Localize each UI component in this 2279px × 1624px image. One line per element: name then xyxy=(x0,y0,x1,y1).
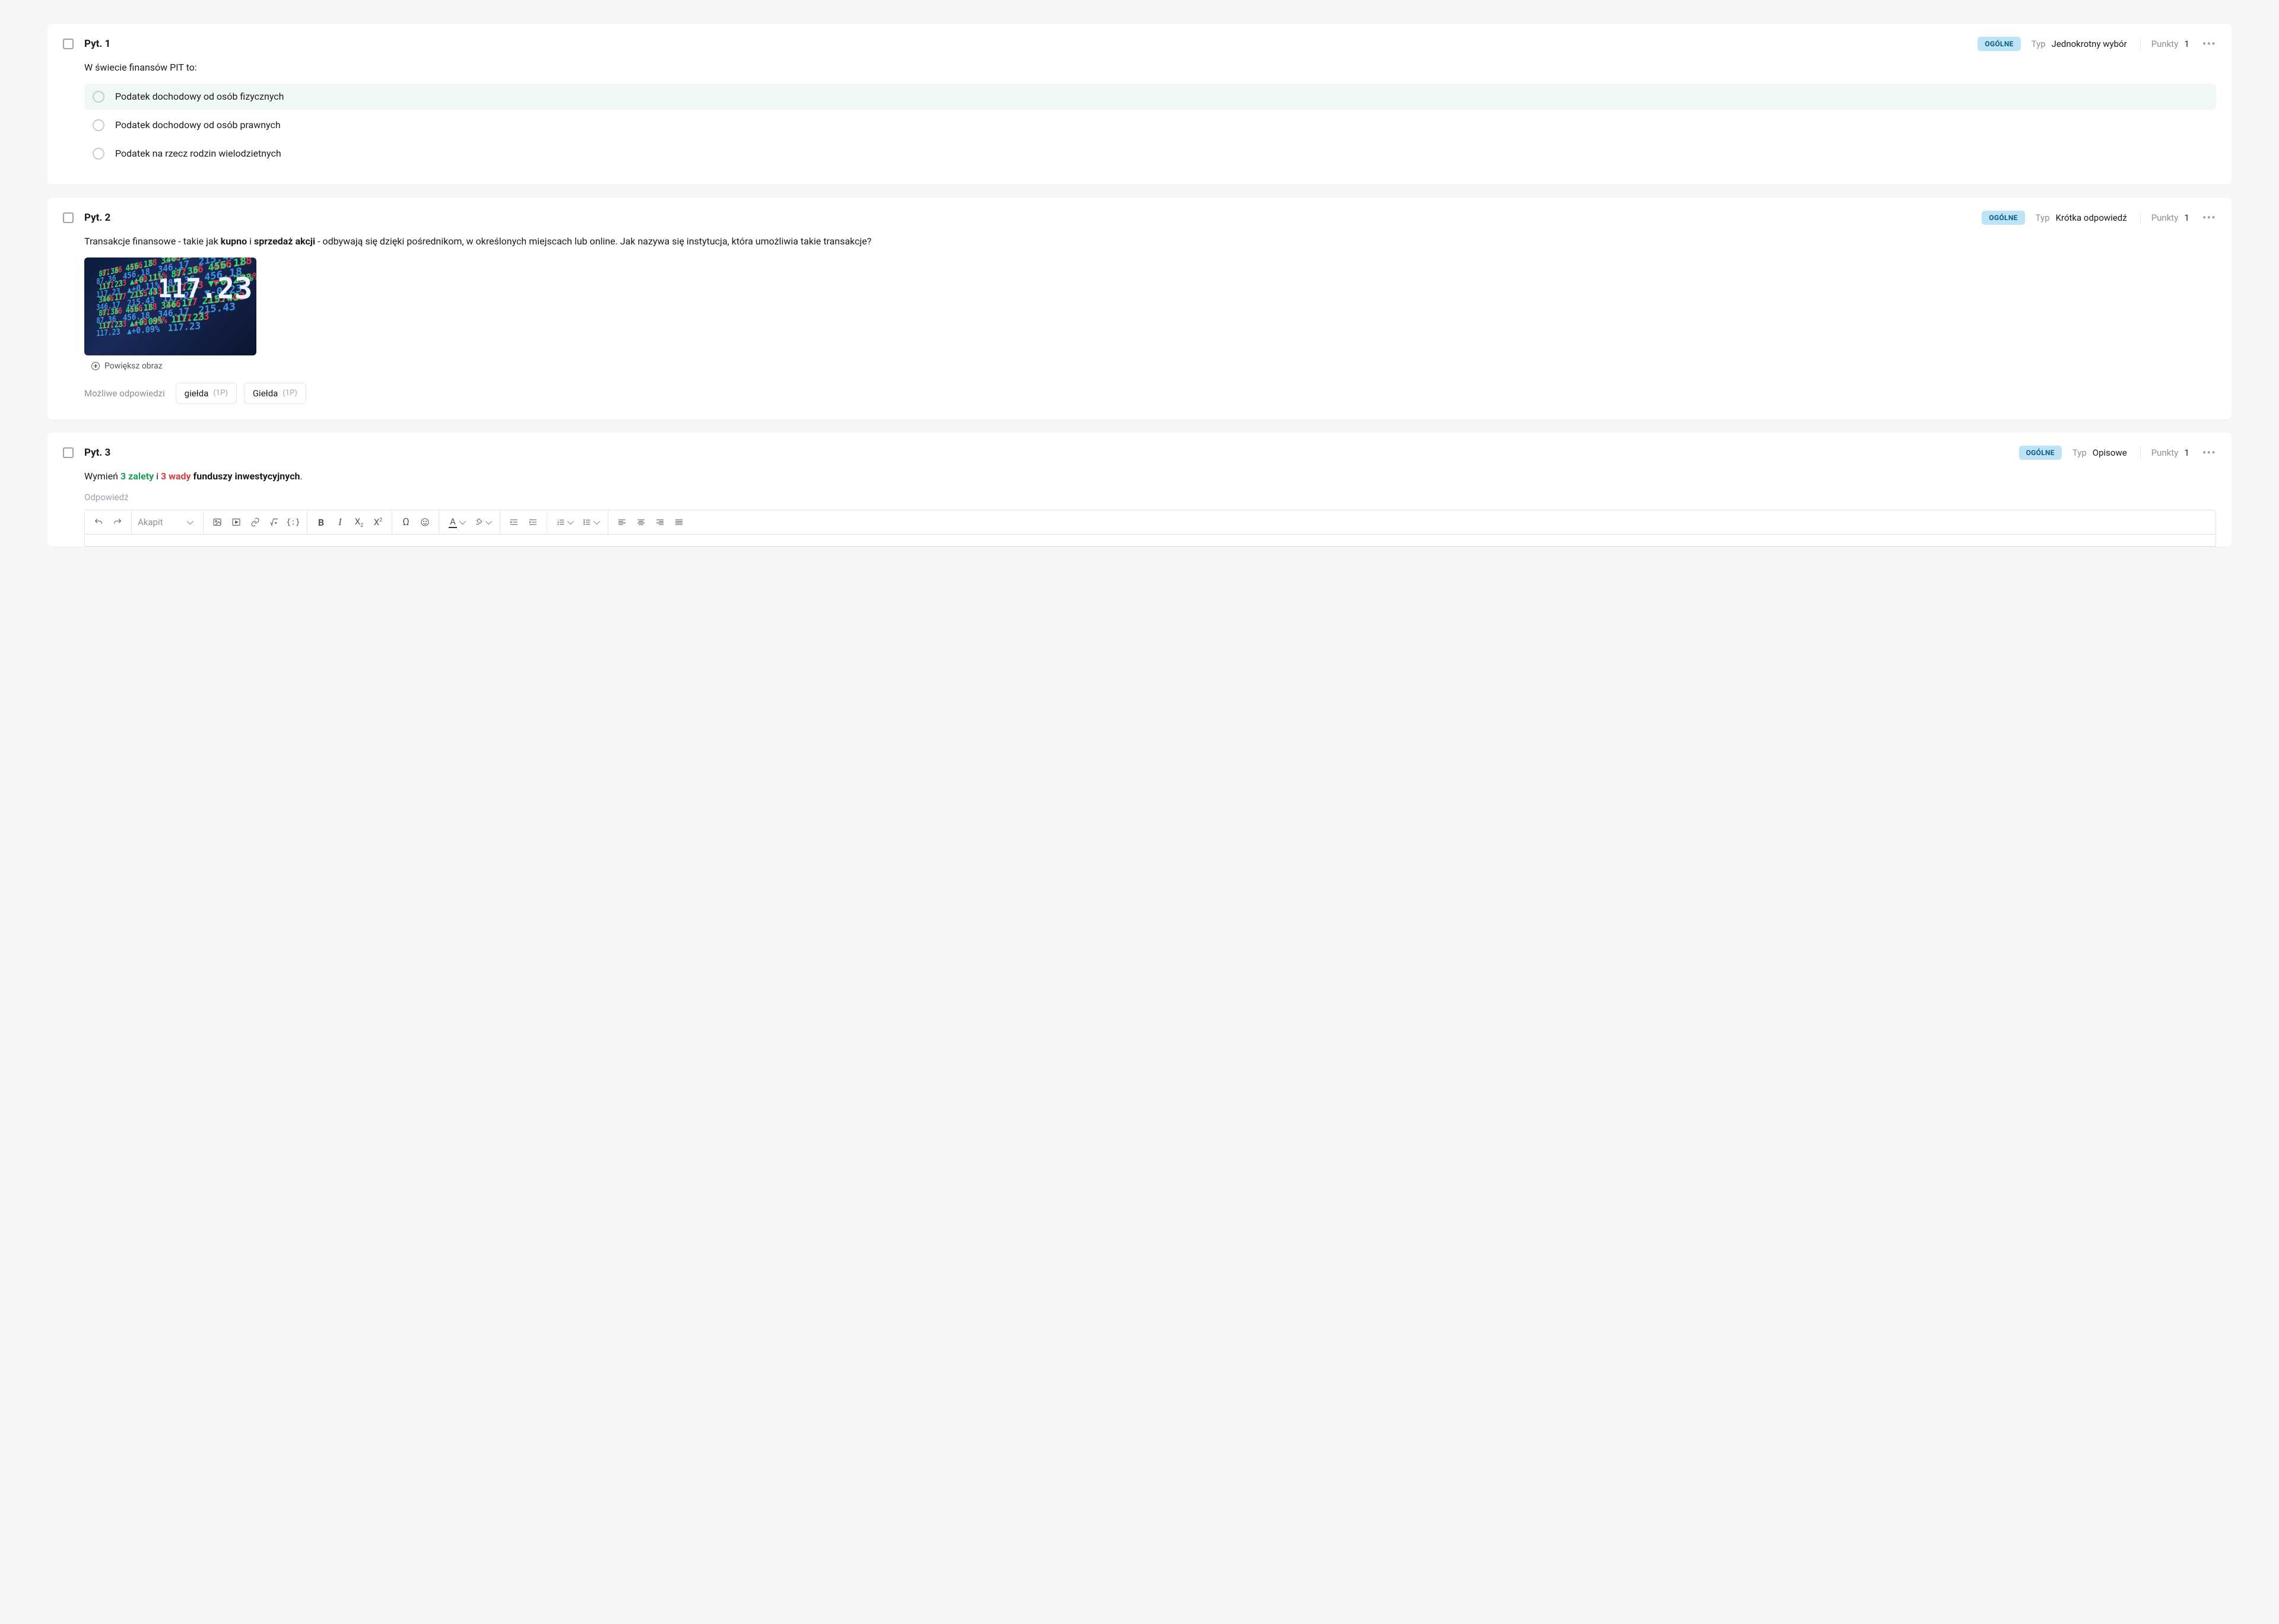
points-label: Punkty xyxy=(2151,447,2179,458)
category-badge: OGÓLNE xyxy=(1982,211,2024,225)
answer-pill[interactable]: Giełda (1P) xyxy=(244,383,306,404)
format-value: Akapit xyxy=(138,517,163,527)
insert-video-button[interactable] xyxy=(227,513,245,531)
image-overlay-number: 117.23 xyxy=(158,271,252,306)
question-text: Wymień 3 zalety i 3 wady funduszy inwest… xyxy=(84,469,2216,484)
option-text: Podatek dochodowy od osób fizycznych xyxy=(115,91,284,102)
question-body: Transakcje finansowe - takie jak kupno i… xyxy=(63,234,2216,404)
question-card-2: Pyt. 2 OGÓLNE Typ Krótka odpowiedź Punkt… xyxy=(47,198,2232,419)
align-left-button[interactable] xyxy=(613,513,631,531)
indent-increase-button[interactable] xyxy=(524,513,542,531)
category-badge: OGÓLNE xyxy=(2019,446,2062,460)
question-card-1: Pyt. 1 OGÓLNE Typ Jednokrotny wybór Punk… xyxy=(47,24,2232,185)
paragraph-format-select[interactable]: Akapit xyxy=(132,517,203,527)
insert-image-button[interactable] xyxy=(208,513,226,531)
radio-icon xyxy=(93,119,104,131)
answer-section-label: Odpowiedź xyxy=(84,492,2216,503)
emoji-button[interactable] xyxy=(416,513,434,531)
ordered-list-button[interactable] xyxy=(552,513,577,531)
more-menu-button[interactable]: ••• xyxy=(2202,447,2216,459)
possible-answers-row: Możliwe odpowiedzi giełda (1P) Giełda (1… xyxy=(84,383,2216,404)
subscript-button[interactable]: X2 xyxy=(350,513,368,531)
answer-text: Giełda xyxy=(253,388,278,399)
more-menu-button[interactable]: ••• xyxy=(2202,38,2216,50)
points-value: 1 xyxy=(2184,212,2189,223)
category-badge: OGÓLNE xyxy=(1978,37,2020,51)
select-checkbox[interactable] xyxy=(63,212,74,223)
insert-code-button[interactable]: {ː} xyxy=(284,513,302,531)
superscript-button[interactable]: X2 xyxy=(369,513,387,531)
special-char-button[interactable]: Ω xyxy=(397,513,415,531)
select-checkbox[interactable] xyxy=(63,447,74,458)
text-color-button[interactable]: A xyxy=(444,513,469,531)
points-label: Punkty xyxy=(2151,212,2179,223)
question-number: Pyt. 1 xyxy=(84,38,110,50)
points-value: 1 xyxy=(2184,39,2189,49)
type-label: Typ xyxy=(2036,212,2050,223)
chevron-down-icon xyxy=(186,518,193,525)
question-body: Wymień 3 zalety i 3 wady funduszy inwest… xyxy=(63,469,2216,547)
editor-toolbar: Akapit {ː} B I X2 X2 Ω xyxy=(84,510,2216,535)
enlarge-image-button[interactable]: Powiększ obraz xyxy=(91,361,2216,371)
possible-answers-label: Możliwe odpowiedzi xyxy=(84,388,165,399)
redo-button[interactable] xyxy=(109,513,126,531)
points-value: 1 xyxy=(2184,447,2189,458)
question-header: Pyt. 3 OGÓLNE Typ Opisowe Punkty 1 ••• xyxy=(63,446,2216,460)
type-value: Jednokrotny wybór xyxy=(2052,39,2127,49)
align-center-button[interactable] xyxy=(632,513,650,531)
chevron-down-icon xyxy=(593,518,600,525)
question-text: Transakcje finansowe - takie jak kupno i… xyxy=(84,234,2216,249)
radio-icon xyxy=(93,148,104,160)
align-justify-button[interactable] xyxy=(670,513,688,531)
highlight-color-button[interactable] xyxy=(470,513,495,531)
question-header: Pyt. 1 OGÓLNE Typ Jednokrotny wybór Punk… xyxy=(63,37,2216,51)
divider xyxy=(2140,446,2141,459)
question-number: Pyt. 2 xyxy=(84,212,110,224)
option-text: Podatek na rzecz rodzin wielodzietnych xyxy=(115,148,281,159)
type-value: Krótka odpowiedź xyxy=(2056,212,2127,223)
question-card-3: Pyt. 3 OGÓLNE Typ Opisowe Punkty 1 ••• W… xyxy=(47,433,2232,547)
radio-icon xyxy=(93,91,104,103)
answer-pill[interactable]: giełda (1P) xyxy=(176,383,237,404)
insert-link-button[interactable] xyxy=(246,513,264,531)
indent-decrease-button[interactable] xyxy=(505,513,523,531)
zoom-in-icon xyxy=(91,362,100,370)
answer-text: giełda xyxy=(185,388,209,399)
insert-equation-button[interactable] xyxy=(265,513,283,531)
enlarge-label: Powiększ obraz xyxy=(104,361,163,371)
italic-button[interactable]: I xyxy=(331,513,349,531)
answer-points: (1P) xyxy=(283,389,297,398)
answer-option[interactable]: Podatek dochodowy od osób fizycznych xyxy=(84,84,2216,110)
answer-option[interactable]: Podatek dochodowy od osób prawnych xyxy=(84,112,2216,138)
undo-button[interactable] xyxy=(90,513,107,531)
divider xyxy=(2140,37,2141,50)
chevron-down-icon xyxy=(485,518,492,525)
divider xyxy=(2140,211,2141,224)
unordered-list-button[interactable] xyxy=(578,513,603,531)
points-label: Punkty xyxy=(2151,39,2179,49)
option-text: Podatek dochodowy od osób prawnych xyxy=(115,119,281,131)
type-value: Opisowe xyxy=(2093,447,2127,458)
answer-option[interactable]: Podatek na rzecz rodzin wielodzietnych xyxy=(84,141,2216,167)
more-menu-button[interactable]: ••• xyxy=(2202,212,2216,224)
type-label: Typ xyxy=(2032,39,2046,49)
question-image[interactable]: 117.23 xyxy=(84,258,256,355)
question-body: W świecie finansów PIT to: Podatek docho… xyxy=(63,61,2216,167)
question-number: Pyt. 3 xyxy=(84,447,110,459)
editor-textarea[interactable] xyxy=(84,535,2216,546)
bold-button[interactable]: B xyxy=(312,513,330,531)
question-text: W świecie finansów PIT to: xyxy=(84,61,2216,75)
type-label: Typ xyxy=(2072,447,2087,458)
question-header: Pyt. 2 OGÓLNE Typ Krótka odpowiedź Punkt… xyxy=(63,211,2216,225)
select-checkbox[interactable] xyxy=(63,39,74,49)
align-right-button[interactable] xyxy=(651,513,669,531)
chevron-down-icon xyxy=(459,518,466,525)
answer-points: (1P) xyxy=(213,389,227,398)
chevron-down-icon xyxy=(567,518,574,525)
